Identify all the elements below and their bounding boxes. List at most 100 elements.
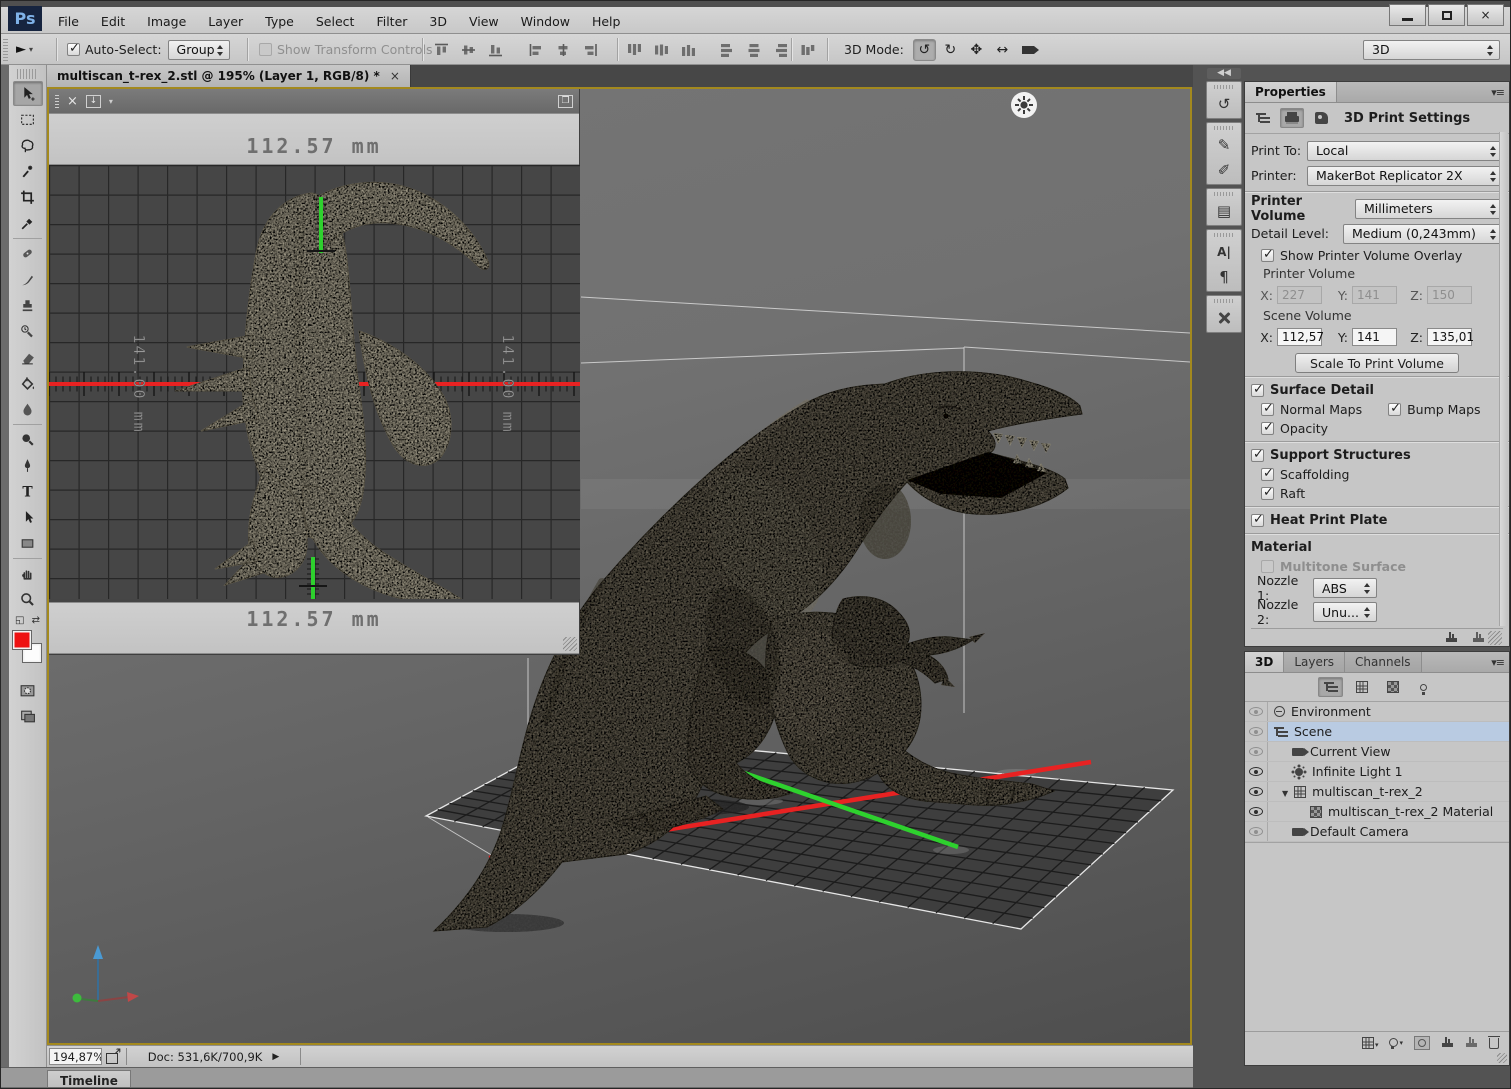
blur-tool[interactable] [13, 397, 43, 422]
visibility-toggle[interactable] [1245, 802, 1268, 821]
status-arrow-icon[interactable]: ▶ [272, 1052, 279, 1062]
tool-presets-icon[interactable]: ✐ [1207, 157, 1241, 182]
align-left-icon[interactable] [529, 43, 544, 57]
light-filter-icon[interactable] [1411, 677, 1436, 697]
menu-image[interactable]: Image [138, 12, 195, 31]
support-structures-checkbox[interactable] [1251, 449, 1264, 462]
start-print-icon[interactable] [1445, 632, 1458, 643]
swap-view-icon[interactable]: ❐ [558, 95, 573, 108]
delete-icon[interactable] [1489, 1038, 1499, 1049]
surface-detail-checkbox[interactable] [1251, 384, 1264, 397]
scene-settings-icon[interactable] [1251, 108, 1275, 128]
path-selection-tool[interactable] [13, 505, 43, 530]
view-options-icon[interactable]: ↓ [86, 95, 101, 108]
normal-maps-checkbox[interactable] [1261, 403, 1274, 416]
menu-window[interactable]: Window [512, 12, 579, 31]
distribute-top-icon[interactable] [627, 43, 642, 57]
align-vcenter-icon[interactable] [461, 43, 476, 57]
tab-channels[interactable]: Channels [1345, 652, 1422, 672]
mesh-filter-icon[interactable] [1349, 677, 1374, 697]
tools-icon[interactable] [1207, 305, 1241, 330]
scrollbar[interactable] [1499, 132, 1508, 626]
nozzle1-dropdown[interactable]: ABS [1313, 578, 1377, 598]
brush-presets-icon[interactable]: ✎ [1207, 132, 1241, 157]
minimize-button[interactable] [1389, 4, 1426, 26]
paragraph-icon[interactable]: ¶ [1207, 264, 1241, 289]
history-icon[interactable]: ↺ [1207, 91, 1241, 116]
canvas[interactable]: × ↓ ▾ ❐ 112.57 mm 141.00 mm 141.00 mm [47, 87, 1192, 1045]
distribute-bottom-icon[interactable] [681, 43, 696, 57]
cancel-print-icon[interactable] [1465, 1037, 1478, 1048]
tab-3d[interactable]: 3D [1245, 652, 1284, 672]
clone-stamp-tool[interactable] [13, 293, 43, 318]
chevron-down-icon[interactable]: ▾ [109, 97, 113, 106]
marquee-tool[interactable] [13, 107, 43, 132]
menu-help[interactable]: Help [583, 12, 630, 31]
close-tab-icon[interactable]: × [390, 69, 400, 83]
scaffolding-checkbox[interactable] [1261, 468, 1274, 481]
panel-grip-icon[interactable] [55, 94, 59, 108]
nozzle2-dropdown[interactable]: Unu... [1313, 602, 1377, 622]
panel-menu-icon[interactable]: ▾≡ [1491, 656, 1504, 669]
raft-checkbox[interactable] [1261, 487, 1274, 500]
distribute-vcenter-icon[interactable] [654, 43, 669, 57]
pan-icon[interactable]: ✥ [965, 39, 988, 61]
swap-colors-icon[interactable]: ⇄ [32, 615, 40, 626]
shape-tool[interactable] [13, 531, 43, 556]
type-tool[interactable]: T [13, 479, 43, 504]
row-infinite-light[interactable]: Infinite Light 1 [1245, 762, 1509, 782]
menu-view[interactable]: View [460, 12, 508, 31]
zoom-tool[interactable] [13, 587, 43, 612]
row-current-view[interactable]: Current View [1245, 742, 1509, 762]
align-right-icon[interactable] [583, 43, 598, 57]
pen-tool[interactable] [13, 453, 43, 478]
scale-to-print-volume-button[interactable]: Scale To Print Volume [1295, 353, 1459, 373]
printer-dropdown[interactable]: MakerBot Replicator 2X [1307, 166, 1503, 186]
quick-mask-button[interactable] [13, 678, 43, 703]
bump-maps-checkbox[interactable] [1388, 403, 1401, 416]
menu-3d[interactable]: 3D [420, 12, 456, 31]
3d-light-widget[interactable] [1011, 92, 1037, 118]
menu-edit[interactable]: Edit [92, 12, 134, 31]
resize-grip[interactable] [1497, 1053, 1507, 1063]
units-dropdown[interactable]: Millimeters [1355, 199, 1503, 219]
scene-volume-x[interactable]: 112,57 [1277, 328, 1322, 346]
auto-select-checkbox[interactable] [67, 43, 80, 56]
zoom-level-field[interactable]: 194,87% [49, 1048, 102, 1065]
auto-align-icon[interactable] [800, 43, 815, 57]
auto-select-dropdown[interactable]: Group [168, 40, 230, 60]
row-material[interactable]: multiscan_t-rex_2 Material [1245, 802, 1509, 822]
print-3d-icon[interactable] [1441, 1037, 1454, 1048]
secondary-view-panel[interactable]: × ↓ ▾ ❐ 112.57 mm 141.00 mm 141.00 mm [49, 89, 580, 655]
show-volume-overlay-checkbox[interactable] [1261, 249, 1274, 262]
print-to-dropdown[interactable]: Local [1307, 141, 1503, 161]
current-tool-chip[interactable]: ►▾ [16, 34, 33, 65]
foreground-color[interactable] [12, 630, 32, 650]
doc-size-readout[interactable]: Doc: 531,6K/700,9K▶ [126, 1048, 301, 1065]
clone-source-icon[interactable]: ▤ [1207, 198, 1241, 223]
close-button[interactable]: × [1467, 4, 1504, 26]
lasso-tool[interactable] [13, 133, 43, 158]
close-secondary-view-icon[interactable]: × [67, 94, 78, 109]
align-hcenter-icon[interactable] [556, 43, 571, 57]
resize-grip[interactable] [563, 637, 577, 651]
top-view[interactable]: 141.00 mm 141.00 mm [49, 165, 580, 599]
scene-filter-icon[interactable] [1318, 677, 1343, 697]
panel-menu-icon[interactable]: ▾≡ [1491, 86, 1504, 99]
expander-icon[interactable] [1282, 784, 1288, 799]
visibility-toggle[interactable] [1245, 722, 1268, 741]
row-mesh[interactable]: multiscan_t-rex_2 [1245, 782, 1509, 802]
add-mesh-icon[interactable]: ▾ [1362, 1037, 1379, 1049]
scene-volume-z[interactable]: 135,01 [1427, 328, 1472, 346]
visibility-toggle[interactable] [1245, 782, 1268, 801]
tab-layers[interactable]: Layers [1284, 652, 1345, 672]
screen-mode-button[interactable] [13, 704, 43, 729]
row-scene[interactable]: Scene [1245, 722, 1509, 742]
workspace-dropdown[interactable]: 3D [1363, 40, 1500, 60]
print-estimate-icon[interactable] [1472, 632, 1485, 643]
dodge-tool[interactable] [13, 427, 43, 452]
resize-grip[interactable] [1488, 631, 1502, 645]
brush-tool[interactable] [13, 267, 43, 292]
export-icon[interactable] [106, 1050, 122, 1064]
distribute-right-icon[interactable] [774, 43, 789, 57]
